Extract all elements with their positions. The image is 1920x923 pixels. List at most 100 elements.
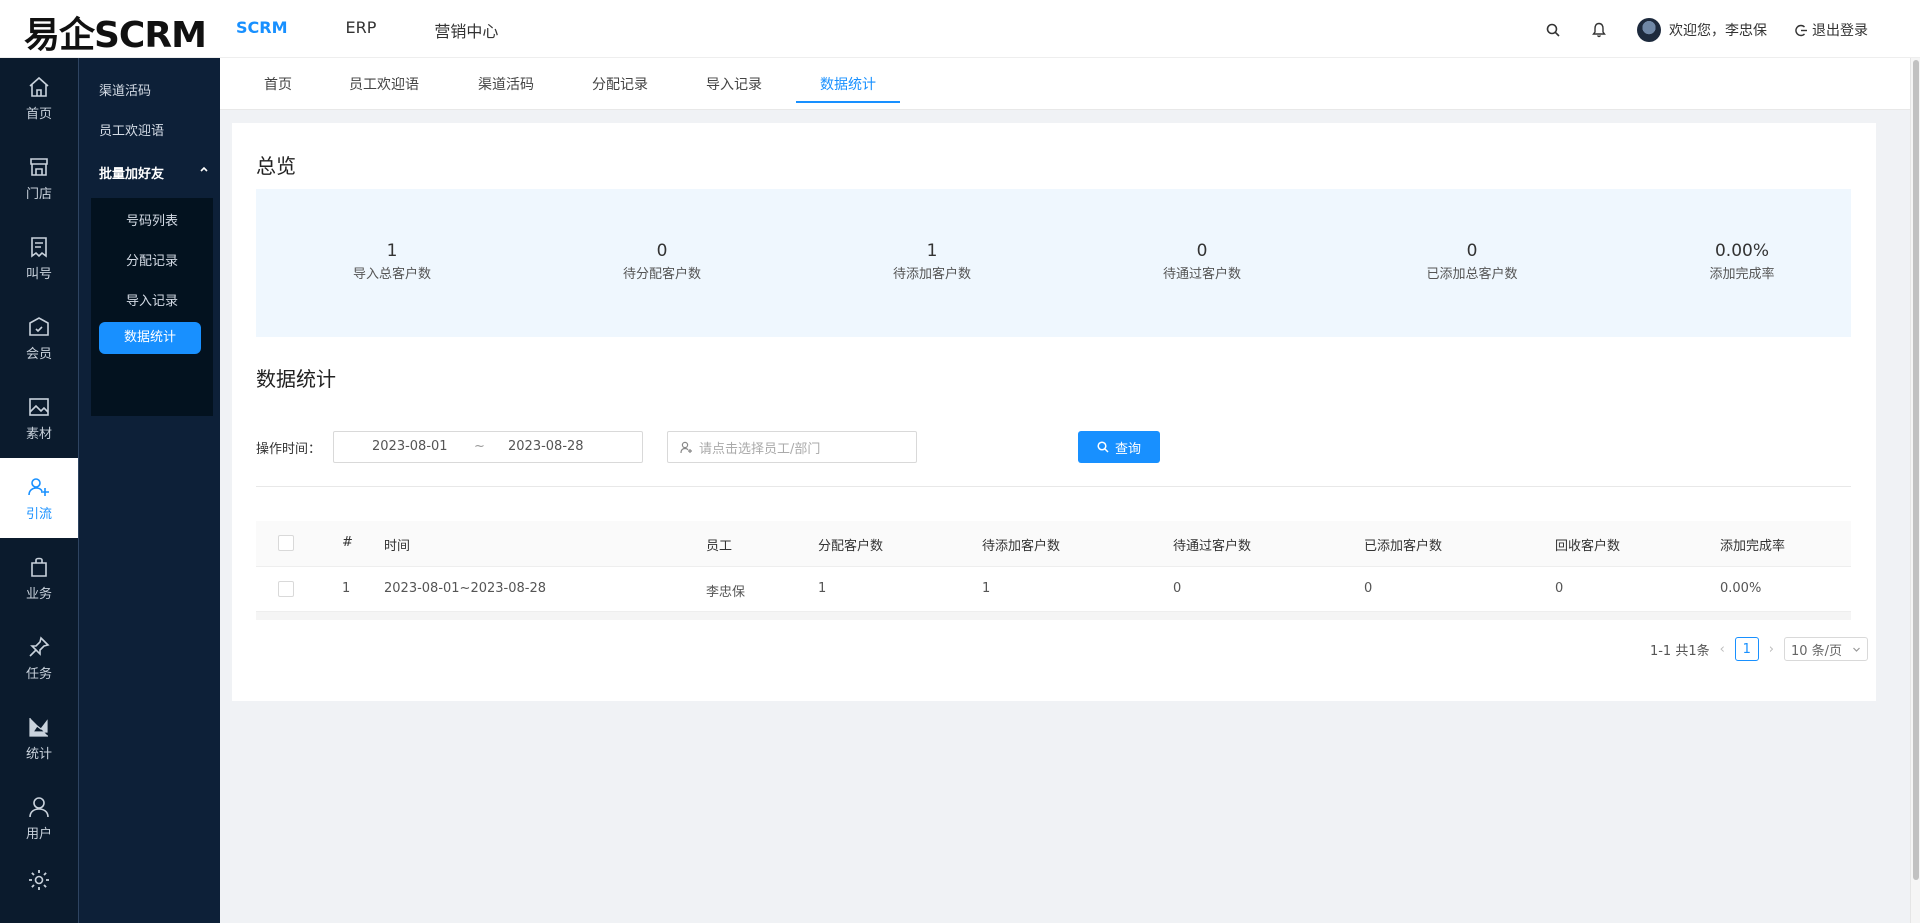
submenu-import-record[interactable]: 导入记录 [91, 290, 213, 309]
vertical-scrollbar[interactable] [1910, 58, 1920, 923]
tab-data-stats[interactable]: 数据统计 [820, 74, 876, 94]
overview-panel: 1 导入总客户数 0 待分配客户数 1 待添加客户数 0 待通过客户数 0 已添… [256, 189, 1851, 337]
query-button[interactable]: 查询 [1078, 431, 1160, 463]
stat-value: 0 [1466, 241, 1478, 261]
page-size-value: 10 条/页 [1791, 643, 1843, 659]
stat-label: 添加完成率 [1709, 267, 1775, 282]
main-card: 总览 1 导入总客户数 0 待分配客户数 1 待添加客户数 0 待通过客户数 0… [232, 123, 1876, 701]
submenu-number-list[interactable]: 号码列表 [91, 210, 213, 229]
stats-table: # 时间 员工 分配客户数 待添加客户数 待通过客户数 已添加客户数 回收客户数… [256, 521, 1851, 620]
stat-pending-add: 1 待添加客户数 [832, 241, 1032, 282]
divider [256, 486, 1851, 487]
date-range-picker[interactable]: 2023-08-01 ~ 2023-08-28 [333, 431, 643, 463]
tab-import-record[interactable]: 导入记录 [706, 74, 762, 94]
cell-employee: 李忠保 [706, 585, 746, 600]
overview-title: 总览 [256, 154, 296, 178]
table-header: # 时间 员工 分配客户数 待添加客户数 待通过客户数 已添加客户数 回收客户数… [256, 521, 1851, 567]
select-all-checkbox[interactable] [278, 535, 294, 551]
queue-icon [31, 236, 47, 258]
stat-value: 1 [386, 241, 398, 261]
sub-menu: 渠道活码 员工欢迎语 批量加好友 号码列表 分配记录 导入记录 数据统计 [78, 58, 220, 923]
welcome-text: 欢迎您，李忠保 [1669, 23, 1767, 39]
stat-value: 0 [656, 241, 668, 261]
header-actions: 欢迎您，李忠保 退出登录 [1545, 18, 1868, 42]
stat-completion-rate: 0.00% 添加完成率 [1642, 241, 1842, 282]
stat-added: 0 已添加总客户数 [1372, 241, 1572, 282]
search-icon[interactable] [1545, 22, 1561, 38]
prev-page-icon[interactable]: ‹ [1720, 642, 1725, 657]
rail-item-store[interactable]: 门店 [0, 138, 78, 218]
logout-label: 退出登录 [1812, 23, 1868, 39]
table-scrollbar[interactable] [256, 612, 1851, 620]
stat-value: 1 [926, 241, 938, 261]
cell-pending-add: 1 [982, 581, 991, 596]
image-icon [29, 397, 49, 416]
rail-item-stats[interactable]: 统计 [0, 698, 78, 778]
tab-active-indicator [796, 101, 900, 103]
submenu-assign-record[interactable]: 分配记录 [91, 250, 213, 269]
avatar[interactable] [1637, 18, 1661, 42]
page-1-button[interactable]: 1 [1734, 637, 1759, 661]
date-separator: ~ [474, 439, 485, 454]
query-label: 查询 [1114, 441, 1141, 457]
cell-assigned: 1 [818, 581, 827, 596]
stat-label: 待添加客户数 [892, 267, 971, 282]
cell-rate: 0.00% [1720, 581, 1762, 596]
tab-welcome[interactable]: 员工欢迎语 [349, 74, 419, 94]
submenu-data-stats[interactable]: 数据统计 [99, 322, 201, 354]
end-date[interactable]: 2023-08-28 [508, 439, 584, 454]
rail-item-business[interactable]: 业务 [0, 538, 78, 618]
chevron-down-icon [1853, 647, 1860, 652]
pagination: 1-1 共1条 ‹ 1 › 10 条/页 [1650, 637, 1868, 661]
rail-label: 引流 [25, 506, 52, 522]
rail-item-material[interactable]: 素材 [0, 378, 78, 458]
page-size-select[interactable]: 10 条/页 [1784, 637, 1868, 661]
logout-button[interactable]: 退出登录 [1795, 20, 1868, 40]
rail-label: 业务 [25, 586, 52, 602]
gear-icon [29, 870, 49, 890]
row-checkbox[interactable] [278, 581, 294, 597]
rail-item-member[interactable]: 会员 [0, 298, 78, 378]
submenu-batch-add[interactable]: 批量加好友 [99, 163, 209, 182]
tab-home[interactable]: 首页 [264, 74, 292, 94]
next-page-icon[interactable]: › [1769, 642, 1774, 657]
users-plus-icon [28, 477, 49, 496]
pagination-summary: 1-1 共1条 [1649, 643, 1710, 659]
bell-icon[interactable] [1591, 22, 1607, 38]
rail-item-queue[interactable]: 叫号 [0, 218, 78, 298]
logout-icon [1795, 24, 1807, 36]
employee-placeholder: 请点击选择员工/部门 [699, 441, 821, 457]
rail-item-traffic[interactable]: 引流 [0, 458, 78, 538]
col-pending-add: 待添加客户数 [982, 539, 1061, 554]
table-row[interactable]: 1 2023-08-01~2023-08-28 李忠保 1 1 0 0 0 0.… [256, 567, 1851, 612]
stat-label: 待分配客户数 [622, 267, 701, 282]
chevron-up-icon [199, 163, 209, 182]
rail-item-home[interactable]: 首页 [0, 58, 78, 138]
col-index: # [342, 535, 353, 550]
app-logo[interactable]: 易企SCRM [24, 6, 207, 58]
rail-item-settings[interactable] [0, 858, 78, 923]
tab-channel-qr[interactable]: 渠道活码 [478, 74, 534, 94]
chart-icon [29, 717, 48, 737]
rail-item-user[interactable]: 用户 [0, 778, 78, 858]
filter-label: 操作时间： [256, 442, 322, 457]
submenu-group-label: 批量加好友 [99, 167, 165, 182]
col-added: 已添加客户数 [1364, 539, 1443, 554]
start-date[interactable]: 2023-08-01 [372, 439, 448, 454]
submenu-children: 号码列表 分配记录 导入记录 数据统计 [91, 198, 213, 416]
submenu-welcome[interactable]: 员工欢迎语 [99, 120, 164, 139]
tab-assign-record[interactable]: 分配记录 [592, 74, 648, 94]
topnav-scrm[interactable]: SCRM [236, 18, 288, 42]
submenu-channel-qr[interactable]: 渠道活码 [99, 80, 151, 99]
rail-label: 会员 [25, 346, 52, 362]
topnav-marketing[interactable]: 营销中心 [434, 18, 498, 42]
col-time: 时间 [384, 539, 411, 554]
employee-select[interactable]: 请点击选择员工/部门 [667, 431, 917, 463]
topnav-erp[interactable]: ERP [346, 18, 377, 42]
rail-label: 门店 [25, 186, 52, 202]
scrollbar-thumb[interactable] [1913, 60, 1919, 880]
rail-item-task[interactable]: 任务 [0, 618, 78, 698]
pin-icon [29, 635, 50, 657]
cell-added: 0 [1364, 581, 1373, 596]
user-icon [29, 796, 49, 817]
